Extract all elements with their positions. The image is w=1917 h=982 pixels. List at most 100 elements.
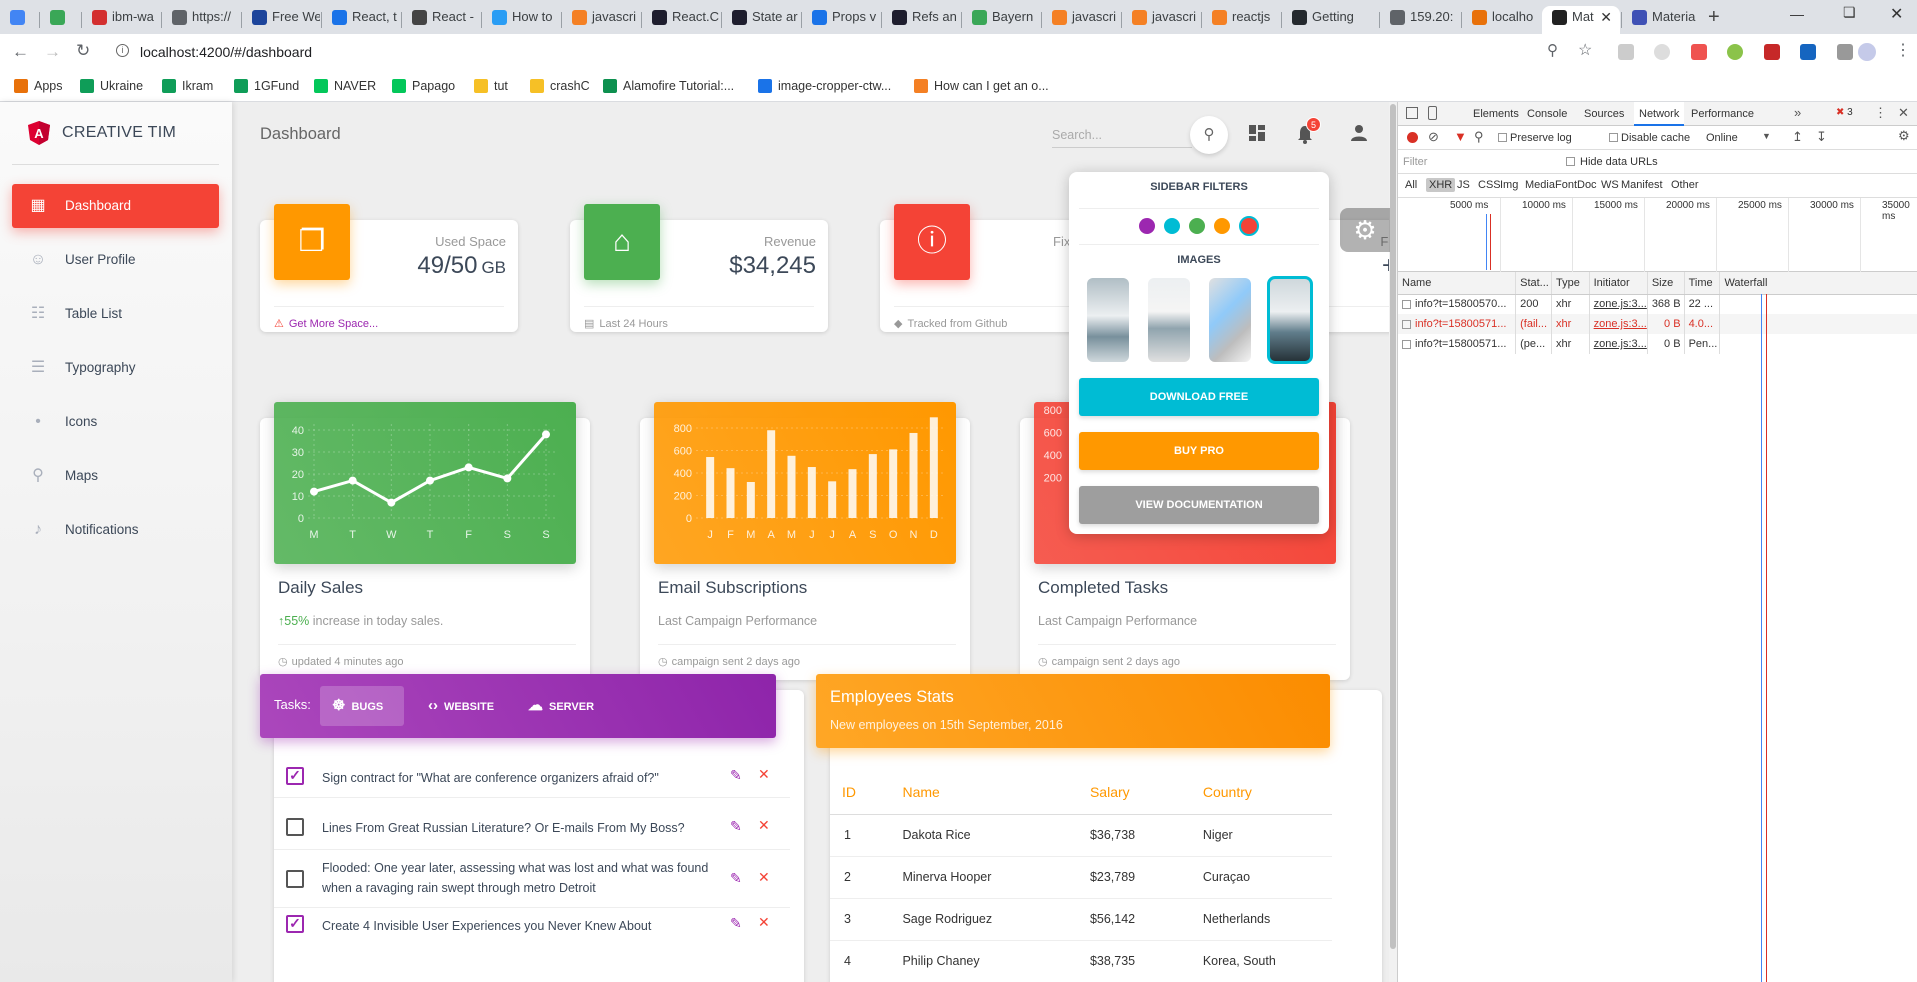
- record-icon[interactable]: [1407, 132, 1418, 143]
- network-request-row[interactable]: info?t=15800571... (pe... xhr zone.js:3... 0…: [1398, 334, 1917, 354]
- devtools-tab-elements[interactable]: Elements: [1468, 102, 1524, 126]
- extension-icons[interactable]: [1618, 44, 1888, 60]
- browser-tab[interactable]: React -: [402, 6, 480, 34]
- network-column-header[interactable]: Size: [1647, 272, 1685, 295]
- stat-footer[interactable]: ⚠ Get More Space...: [274, 306, 504, 330]
- tab-website[interactable]: ‹› WEBSITE: [416, 686, 504, 726]
- browser-tab[interactable]: 159.20:: [1380, 6, 1460, 34]
- download-free-button[interactable]: DOWNLOAD FREE: [1079, 378, 1319, 416]
- close-icon[interactable]: ✕: [758, 817, 770, 834]
- edit-icon[interactable]: ✎: [730, 818, 742, 835]
- more-tabs-icon[interactable]: »: [1794, 105, 1801, 120]
- browser-tab[interactable]: javascri: [1042, 6, 1120, 34]
- sidebar-image-option[interactable]: [1148, 278, 1190, 362]
- address-bar[interactable]: localhost:4200/#/dashboard: [110, 40, 1600, 64]
- network-request-row[interactable]: info?t=15800570... 200 xhr zone.js:3... 368 …: [1398, 294, 1917, 314]
- page-scrollbar-thumb[interactable]: [1390, 104, 1396, 949]
- browser-tab[interactable]: Refs an: [882, 6, 960, 34]
- bookmark-item[interactable]: Papago: [392, 77, 455, 95]
- disable-cache-checkbox[interactable]: [1609, 133, 1618, 142]
- angular-logo-icon[interactable]: A: [28, 121, 50, 145]
- sidebar-item-dashboard[interactable]: ▦ Dashboard: [12, 184, 219, 228]
- type-filter-manifest[interactable]: Manifest: [1618, 178, 1666, 192]
- close-icon[interactable]: ✕: [758, 766, 770, 783]
- browser-tab[interactable]: [40, 6, 80, 34]
- network-column-header[interactable]: Waterfall: [1719, 272, 1917, 295]
- sidebar-image-option-active[interactable]: [1267, 276, 1313, 364]
- type-filter-xhr[interactable]: XHR: [1426, 178, 1456, 192]
- fixed-plugin-toggle[interactable]: ⚙: [1340, 208, 1390, 252]
- browser-tab[interactable]: reactjs: [1202, 6, 1280, 34]
- bookmark-item[interactable]: NAVER: [314, 77, 376, 95]
- restore-window-icon[interactable]: ❏: [1843, 4, 1856, 21]
- export-har-icon[interactable]: ↧: [1816, 129, 1827, 145]
- devtools-tab-sources[interactable]: Sources: [1579, 102, 1629, 126]
- bookmark-item[interactable]: Apps: [14, 77, 63, 95]
- edit-icon[interactable]: ✎: [730, 767, 742, 784]
- sidebar-item-typography[interactable]: ☰ Typography: [12, 346, 219, 390]
- devtools-tab-performance[interactable]: Performance: [1686, 102, 1759, 126]
- bookmark-item[interactable]: 1GFund: [234, 77, 299, 95]
- network-column-header[interactable]: Name: [1398, 272, 1517, 295]
- import-har-icon[interactable]: ↥: [1792, 129, 1803, 145]
- error-indicator[interactable]: ✖ 3: [1836, 107, 1853, 118]
- sidebar-item-user-profile[interactable]: ☺ User Profile: [12, 238, 219, 282]
- network-cell-initiator[interactable]: zone.js:3...: [1589, 294, 1648, 314]
- network-column-header[interactable]: Type: [1551, 272, 1590, 295]
- browser-tab[interactable]: javascri: [1122, 6, 1200, 34]
- network-cell-initiator[interactable]: zone.js:3...: [1589, 334, 1648, 354]
- overview-timeline[interactable]: 5000 ms 10000 ms 15000 ms 20000 ms 25000 ms 3…: [1398, 198, 1917, 272]
- network-column-header[interactable]: Time: [1684, 272, 1721, 295]
- sidebar-image-option[interactable]: [1087, 278, 1129, 362]
- brand-logo-text[interactable]: CREATIVE TIM: [62, 124, 176, 142]
- type-filter-other[interactable]: Other: [1668, 178, 1702, 192]
- browser-tab[interactable]: Mat ✕: [1542, 6, 1620, 34]
- bookmark-item[interactable]: image-cropper-ctw...: [758, 77, 891, 95]
- zoom-icon[interactable]: ⚲: [1547, 41, 1558, 59]
- devtools-menu-icon[interactable]: ⋮: [1874, 105, 1887, 121]
- color-filter-swatch[interactable]: [1139, 218, 1155, 234]
- bookmark-item[interactable]: Ikram: [162, 77, 213, 95]
- notifications-button[interactable]: 5: [1296, 117, 1321, 144]
- browser-tab[interactable]: javascri: [562, 6, 640, 34]
- browser-tab[interactable]: Materia: [1622, 6, 1702, 34]
- bookmark-item[interactable]: Ukraine: [80, 77, 143, 95]
- edit-icon[interactable]: ✎: [730, 870, 742, 887]
- new-tab-button[interactable]: +: [1708, 6, 1720, 28]
- search-button[interactable]: ⚲: [1190, 116, 1228, 154]
- devtools-tab-network[interactable]: Network: [1634, 102, 1685, 126]
- type-filter-all[interactable]: All: [1402, 178, 1420, 192]
- network-request-row[interactable]: info?t=15800571... (fail... xhr zone.js:3..…: [1398, 314, 1917, 334]
- browser-tab[interactable]: Getting: [1282, 6, 1378, 34]
- device-toolbar-icon[interactable]: [1428, 106, 1437, 120]
- clear-icon[interactable]: ⊘: [1428, 129, 1439, 145]
- network-column-header[interactable]: Initiator: [1589, 272, 1648, 295]
- devtools-tab-console[interactable]: Console: [1522, 102, 1572, 126]
- color-filter-swatch[interactable]: [1239, 216, 1259, 236]
- browser-tab[interactable]: Bayern: [962, 6, 1040, 34]
- filter-funnel-icon[interactable]: ▼: [1454, 129, 1467, 144]
- inspect-element-icon[interactable]: [1406, 107, 1418, 119]
- bookmark-item[interactable]: Alamofire Tutorial:...: [603, 77, 734, 95]
- view-documentation-button[interactable]: VIEW DOCUMENTATION: [1079, 486, 1319, 524]
- reload-icon[interactable]: ↻: [76, 41, 90, 61]
- hide-data-urls-checkbox[interactable]: [1566, 157, 1575, 166]
- type-filter-img[interactable]: Img: [1497, 178, 1521, 192]
- task-checkbox[interactable]: ✓: [286, 767, 304, 785]
- sidebar-item-icons[interactable]: • Icons: [12, 400, 219, 444]
- search-input[interactable]: Search...: [1052, 122, 1192, 148]
- sidebar-item-maps[interactable]: ⚲ Maps: [12, 454, 219, 498]
- get-more-space-link[interactable]: Get More Space...: [289, 318, 378, 330]
- browser-tab[interactable]: How to: [482, 6, 560, 34]
- close-tab-icon[interactable]: ✕: [1600, 6, 1612, 28]
- back-icon[interactable]: ←: [12, 42, 29, 62]
- bookmark-item[interactable]: crashC: [530, 77, 590, 95]
- throttle-select[interactable]: Online: [1706, 132, 1738, 144]
- close-icon[interactable]: ✕: [758, 869, 770, 886]
- network-settings-icon[interactable]: ⚙: [1898, 128, 1910, 144]
- close-icon[interactable]: ✕: [758, 914, 770, 931]
- tab-bugs[interactable]: ☸ BUGS: [320, 686, 404, 726]
- network-cell-initiator[interactable]: zone.js:3...: [1589, 314, 1648, 334]
- color-filter-swatch[interactable]: [1164, 218, 1180, 234]
- type-filter-doc[interactable]: Doc: [1574, 178, 1600, 192]
